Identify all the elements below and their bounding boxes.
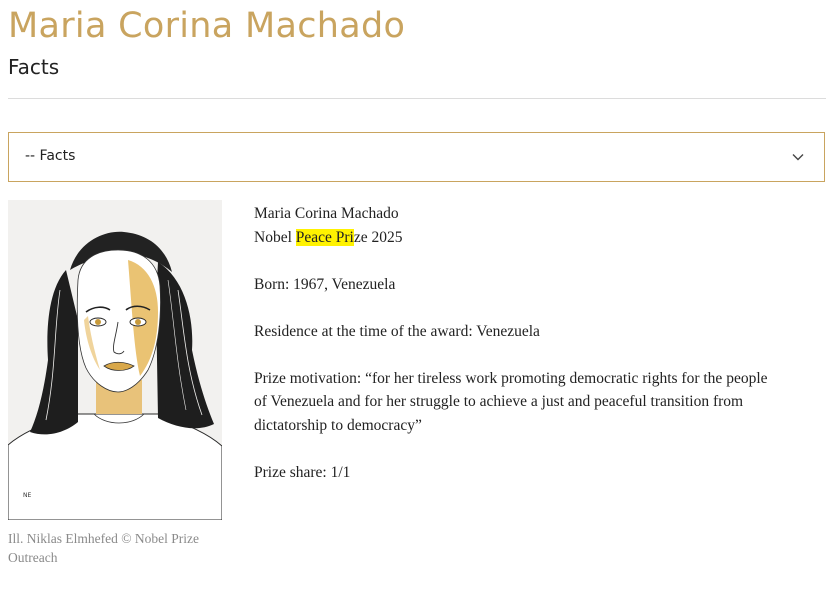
residence-line: Residence at the time of the award: Vene… (254, 322, 540, 340)
search-highlight: Peace Pri (295, 228, 354, 246)
artist-signature: NE (23, 492, 31, 499)
page-title: Maria Corina Machado (8, 6, 406, 46)
prize-suffix: ze 2025 (353, 228, 403, 246)
page-subtitle: Facts (8, 55, 60, 79)
portrait-illustration: NE (8, 200, 222, 520)
born-line: Born: 1967, Venezuela (254, 275, 396, 293)
divider (8, 98, 826, 99)
prize-line: Nobel Peace Prize 2025 (254, 226, 784, 250)
share-line: Prize share: 1/1 (254, 463, 351, 481)
motivation-line: Prize motivation: “for her tireless work… (254, 369, 768, 434)
facts-dropdown[interactable]: -- Facts (8, 132, 825, 182)
dropdown-selected-value: -- Facts (25, 148, 76, 164)
prize-prefix: Nobel (254, 228, 296, 246)
chevron-down-icon (792, 154, 804, 161)
laureate-name: Maria Corina Machado (254, 205, 399, 222)
laureate-portrait: NE (8, 200, 222, 520)
image-caption: Ill. Niklas Elmhefed © Nobel Prize Outre… (8, 531, 199, 565)
facts-panel: Maria Corina Machado Nobel Peace Prize 2… (254, 202, 784, 484)
